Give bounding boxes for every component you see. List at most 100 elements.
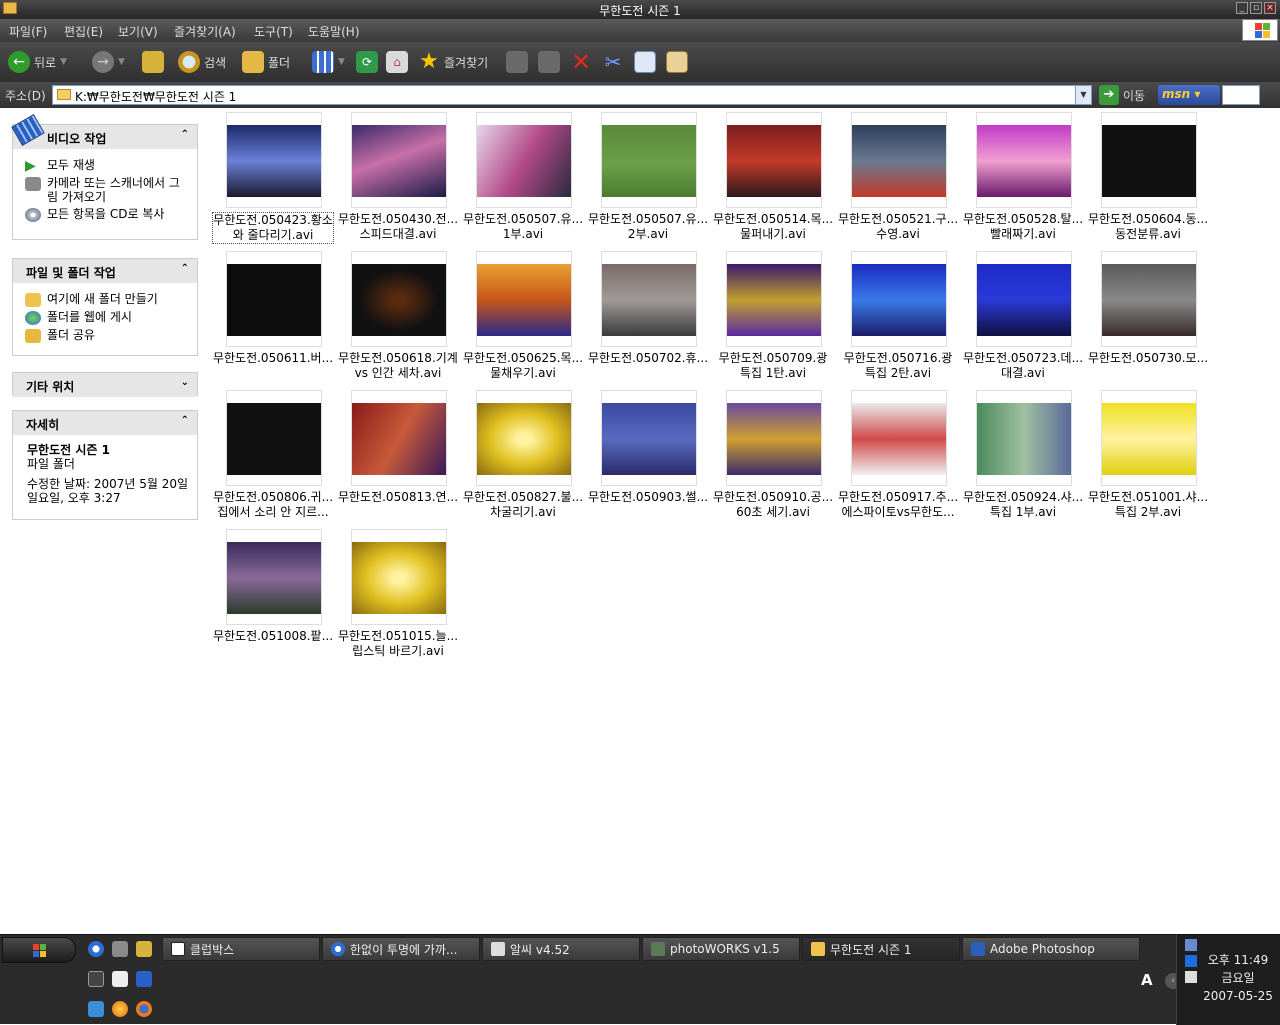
video-thumbnail-frame[interactable] — [851, 390, 947, 486]
msn-search-button[interactable]: msn ▾ — [1158, 85, 1220, 105]
address-input[interactable]: K:₩무한도전₩무한도전 시즌 1 ▼ — [52, 85, 1092, 105]
folders-button[interactable]: 폴더 — [242, 50, 290, 74]
file-item[interactable]: 무한도전.050507.유... 2부.avi — [583, 108, 708, 241]
taskbar-button-alsee[interactable]: 알씨 v4.52 — [482, 937, 640, 961]
video-thumbnail-frame[interactable] — [476, 112, 572, 208]
menu-file[interactable]: 파일(F) — [9, 23, 47, 40]
file-item[interactable]: 무한도전.050514.목... 물퍼내기.avi — [708, 108, 833, 241]
file-item[interactable]: 무한도전.051001.샤... 특집 2부.avi — [1083, 386, 1208, 519]
details-header[interactable]: 자세히 ⌃ — [13, 411, 197, 435]
chevron-down-icon[interactable]: ▼ — [118, 57, 125, 67]
file-name[interactable]: 무한도전.050430.전... 스피드대결.avi — [337, 212, 459, 242]
quicklaunch-icon[interactable] — [88, 1001, 104, 1017]
file-name[interactable]: 무한도전.050910.공... 60초 세기.avi — [712, 490, 834, 520]
file-name[interactable]: 무한도전.050507.유... 1부.avi — [462, 212, 584, 242]
favorites-button[interactable]: ★ 즐겨찾기 — [418, 50, 488, 74]
file-name[interactable]: 무한도전.050716.광 특집 2탄.avi — [837, 351, 959, 381]
video-thumbnail-frame[interactable] — [601, 390, 697, 486]
file-item[interactable]: 무한도전.050702.휴... — [583, 247, 708, 377]
file-item[interactable]: 무한도전.050924.샤... 특집 1부.avi — [958, 386, 1083, 519]
file-name[interactable]: 무한도전.050813.연... — [337, 490, 459, 505]
move-to-button[interactable] — [506, 50, 528, 74]
file-item[interactable]: 무한도전.050604.동... 동전분류.avi — [1083, 108, 1208, 241]
file-name[interactable]: 무한도전.050903.썰... — [587, 490, 709, 505]
video-thumbnail-frame[interactable] — [226, 112, 322, 208]
copy-to-button[interactable] — [538, 50, 560, 74]
video-thumbnail-frame[interactable] — [601, 112, 697, 208]
file-item[interactable]: 무한도전.050618.기계 vs 인간 세차.avi — [333, 247, 458, 380]
views-button[interactable]: ▼ — [312, 50, 345, 74]
video-tasks-header[interactable]: 비디오 작업 ⌃ — [11, 113, 197, 149]
file-name[interactable]: 무한도전.050702.휴... — [587, 351, 709, 366]
file-name[interactable]: 무한도전.050806.귀... 집에서 소리 안 지르... — [212, 490, 334, 520]
file-item[interactable]: 무한도전.050910.공... 60초 세기.avi — [708, 386, 833, 519]
file-name[interactable]: 무한도전.050917.추... 에스파이토vs무한도... — [837, 490, 959, 520]
file-item[interactable]: 무한도전.050423.황소 와 줄다리기.avi — [208, 108, 334, 244]
collapse-icon[interactable]: ⌃ — [181, 129, 189, 140]
file-name[interactable]: 무한도전.050625.목... 물채우기.avi — [462, 351, 584, 381]
video-thumbnail-frame[interactable] — [351, 112, 447, 208]
internet-explorer-icon[interactable] — [88, 941, 104, 957]
file-item[interactable]: 무한도전.050430.전... 스피드대결.avi — [333, 108, 458, 241]
video-thumbnail-frame[interactable] — [726, 112, 822, 208]
file-item[interactable]: 무한도전.051008.팥... — [208, 525, 333, 655]
file-item[interactable]: 무한도전.050903.썰... — [583, 386, 708, 516]
file-item[interactable]: 무한도전.050709.광 특집 1탄.avi — [708, 247, 833, 380]
file-name[interactable]: 무한도전.050514.목... 물퍼내기.avi — [712, 212, 834, 242]
video-thumbnail-frame[interactable] — [226, 529, 322, 625]
file-item[interactable]: 무한도전.050611.버... — [208, 247, 333, 377]
file-item[interactable]: 무한도전.050528.탈... 빨래짜기.avi — [958, 108, 1083, 241]
quicklaunch-icon[interactable] — [112, 1001, 128, 1017]
file-name[interactable]: 무한도전.050827.불... 차굴리기.avi — [462, 490, 584, 520]
task-share-folder[interactable]: 폴더 공유 — [25, 328, 189, 343]
file-tasks-header[interactable]: 파일 및 폴더 작업 ⌃ — [13, 259, 197, 283]
taskbar-button-explorer[interactable]: 무한도전 시즌 1 — [802, 937, 960, 961]
taskbar-button-browser[interactable]: 한없이 투명에 가까... — [322, 937, 480, 961]
msn-search-input[interactable] — [1222, 85, 1260, 105]
chevron-down-icon[interactable]: ▼ — [338, 57, 345, 67]
file-item[interactable]: 무한도전.050507.유... 1부.avi — [458, 108, 583, 241]
cut-button[interactable]: ✂ — [602, 50, 624, 74]
file-item[interactable]: 무한도전.050917.추... 에스파이토vs무한도... — [833, 386, 958, 519]
taskbar-button-photoshop[interactable]: Adobe Photoshop — [962, 937, 1140, 961]
video-thumbnail-frame[interactable] — [851, 112, 947, 208]
taskbar-button-photoworks[interactable]: photoWORKS v1.5 — [642, 937, 800, 961]
file-name[interactable]: 무한도전.050507.유... 2부.avi — [587, 212, 709, 242]
tray-icon[interactable] — [1185, 939, 1197, 951]
file-name[interactable]: 무한도전.050723.데... 대결.avi — [962, 351, 1084, 381]
file-name[interactable]: 무한도전.051001.샤... 특집 2부.avi — [1087, 490, 1209, 520]
file-item[interactable]: 무한도전.050521.구... 수영.avi — [833, 108, 958, 241]
file-item[interactable]: 무한도전.051015.늘... 립스틱 바르기.avi — [333, 525, 458, 658]
task-publish-web[interactable]: 폴더를 웹에 게시 — [25, 310, 189, 325]
address-dropdown-button[interactable]: ▼ — [1075, 86, 1091, 104]
file-name[interactable]: 무한도전.051008.팥... — [212, 629, 334, 644]
copy-button[interactable] — [634, 50, 656, 74]
file-item[interactable]: 무한도전.050813.연... — [333, 386, 458, 516]
quicklaunch-icon[interactable] — [88, 971, 104, 987]
recycle-icon[interactable] — [112, 941, 128, 957]
video-thumbnail-frame[interactable] — [726, 251, 822, 347]
maximize-button[interactable]: ▫ — [1250, 2, 1262, 14]
quicklaunch-icon[interactable] — [136, 941, 152, 957]
file-name[interactable]: 무한도전.051015.늘... 립스틱 바르기.avi — [337, 629, 459, 659]
paste-button[interactable] — [666, 50, 688, 74]
language-indicator[interactable]: A — [1141, 971, 1153, 989]
menu-tools[interactable]: 도구(T) — [254, 23, 293, 40]
refresh-button[interactable]: ⟳ — [356, 50, 378, 74]
video-thumbnail-frame[interactable] — [726, 390, 822, 486]
task-import-camera[interactable]: 카메라 또는 스캐너에서 그림 가져오기 — [25, 176, 189, 204]
file-item[interactable]: 무한도전.050806.귀... 집에서 소리 안 지르... — [208, 386, 333, 519]
chevron-down-icon[interactable]: ▼ — [60, 57, 67, 67]
delete-button[interactable]: ✕ — [570, 50, 592, 74]
task-new-folder[interactable]: 여기에 새 폴더 만들기 — [25, 292, 189, 307]
taskbar-button-clubbox[interactable]: 클럽박스 — [162, 937, 320, 961]
collapse-icon[interactable]: ⌃ — [181, 263, 189, 274]
file-item[interactable]: 무한도전.050827.불... 차굴리기.avi — [458, 386, 583, 519]
forward-button[interactable]: → ▼ — [92, 50, 125, 74]
task-copy-cd[interactable]: 모든 항목을 CD로 복사 — [25, 207, 189, 222]
close-button[interactable]: × — [1264, 2, 1276, 14]
file-name[interactable]: 무한도전.050709.광 특집 1탄.avi — [712, 351, 834, 381]
file-item[interactable]: 무한도전.050716.광 특집 2탄.avi — [833, 247, 958, 380]
file-name[interactable]: 무한도전.050604.동... 동전분류.avi — [1087, 212, 1209, 242]
video-thumbnail-frame[interactable] — [226, 251, 322, 347]
